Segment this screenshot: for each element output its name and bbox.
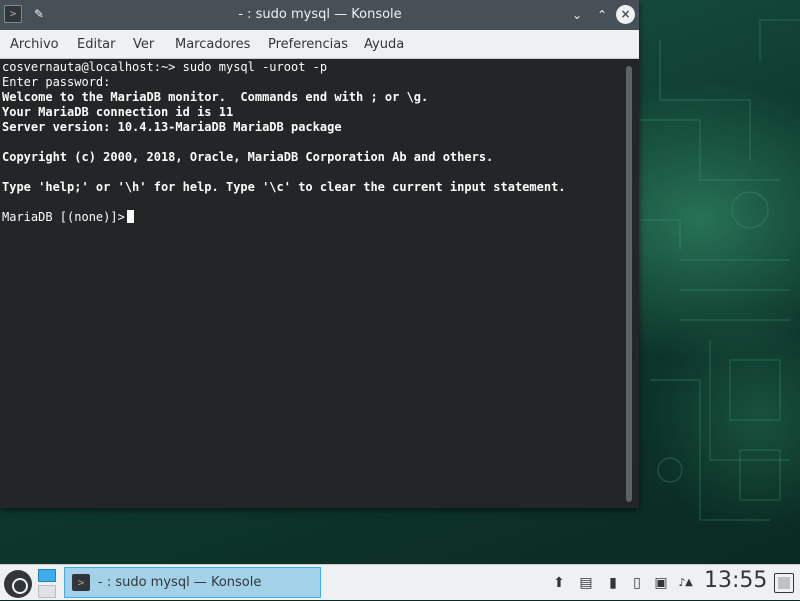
update-icon[interactable]: ⬆ <box>550 574 568 592</box>
terminal-line: Enter password: <box>2 75 111 89</box>
terminal-line: Type 'help;' or '\h' for help. Type '\c'… <box>2 180 566 194</box>
wallpaper-circuit-pattern <box>640 19 800 521</box>
terminal-line: Your MariaDB connection id is 11 <box>2 105 234 119</box>
menu-bar: Archivo Editar Ver Marcadores Preferenci… <box>0 30 639 59</box>
task-konsole[interactable]: > - : sudo mysql — Konsole <box>64 567 321 598</box>
clock[interactable]: 13:55 <box>704 568 767 593</box>
show-desktop-icon[interactable] <box>774 573 794 593</box>
close-button[interactable]: × <box>616 5 635 24</box>
clipboard-icon[interactable]: ▤ <box>577 574 595 592</box>
expand-icon[interactable]: ▲ <box>680 574 698 592</box>
terminal-icon: > <box>72 574 90 591</box>
terminal-line: Copyright (c) 2000, 2018, Oracle, MariaD… <box>2 150 494 164</box>
terminal-app-icon[interactable]: > <box>4 5 22 23</box>
menu-ayuda[interactable]: Ayuda <box>364 37 404 52</box>
desktop-2[interactable] <box>38 585 56 598</box>
network-icon[interactable]: ▣ <box>652 574 670 592</box>
menu-preferencias[interactable]: Preferencias <box>268 37 348 52</box>
window-title: - : sudo mysql — Konsole <box>238 7 402 22</box>
terminal-prompt: MariaDB [(none)]> <box>2 210 125 224</box>
terminal-line: Server version: 10.4.13-MariaDB MariaDB … <box>2 120 342 134</box>
menu-marcadores[interactable]: Marcadores <box>175 37 250 52</box>
opensuse-logo-icon <box>4 570 32 598</box>
logo-ring <box>12 578 28 594</box>
desktop-1[interactable] <box>38 569 56 582</box>
menu-editar[interactable]: Editar <box>77 37 116 52</box>
scrollbar-thumb[interactable] <box>626 66 632 502</box>
text-cursor <box>127 210 134 223</box>
minimize-button[interactable]: ⌄ <box>568 6 586 24</box>
konsole-window: > ✎ - : sudo mysql — Konsole ⌄ ⌃ × Archi… <box>0 0 639 508</box>
terminal-line: Welcome to the MariaDB monitor. Commands… <box>2 90 429 104</box>
maximize-button[interactable]: ⌃ <box>593 6 611 24</box>
application-launcher[interactable] <box>2 568 34 598</box>
menu-ver[interactable]: Ver <box>133 37 154 52</box>
title-bar[interactable]: > ✎ - : sudo mysql — Konsole ⌄ ⌃ × <box>0 0 639 30</box>
taskbar: > - : sudo mysql — Konsole ⬆ ▤ ▮ ▯ ▣ ♪ ▲… <box>0 564 800 600</box>
menu-archivo[interactable]: Archivo <box>10 37 59 52</box>
terminal-output[interactable]: cosvernauta@localhost:~> sudo mysql -uro… <box>0 59 620 508</box>
usb-icon[interactable]: ▮ <box>604 574 622 592</box>
virtual-desktop-pager[interactable] <box>38 567 58 599</box>
pin-icon[interactable]: ✎ <box>31 6 47 22</box>
terminal-line: cosvernauta@localhost:~> sudo mysql -uro… <box>2 60 328 74</box>
terminal-scrollbar[interactable] <box>623 66 633 502</box>
task-label: - : sudo mysql — Konsole <box>98 575 262 590</box>
phone-icon[interactable]: ▯ <box>628 574 646 592</box>
